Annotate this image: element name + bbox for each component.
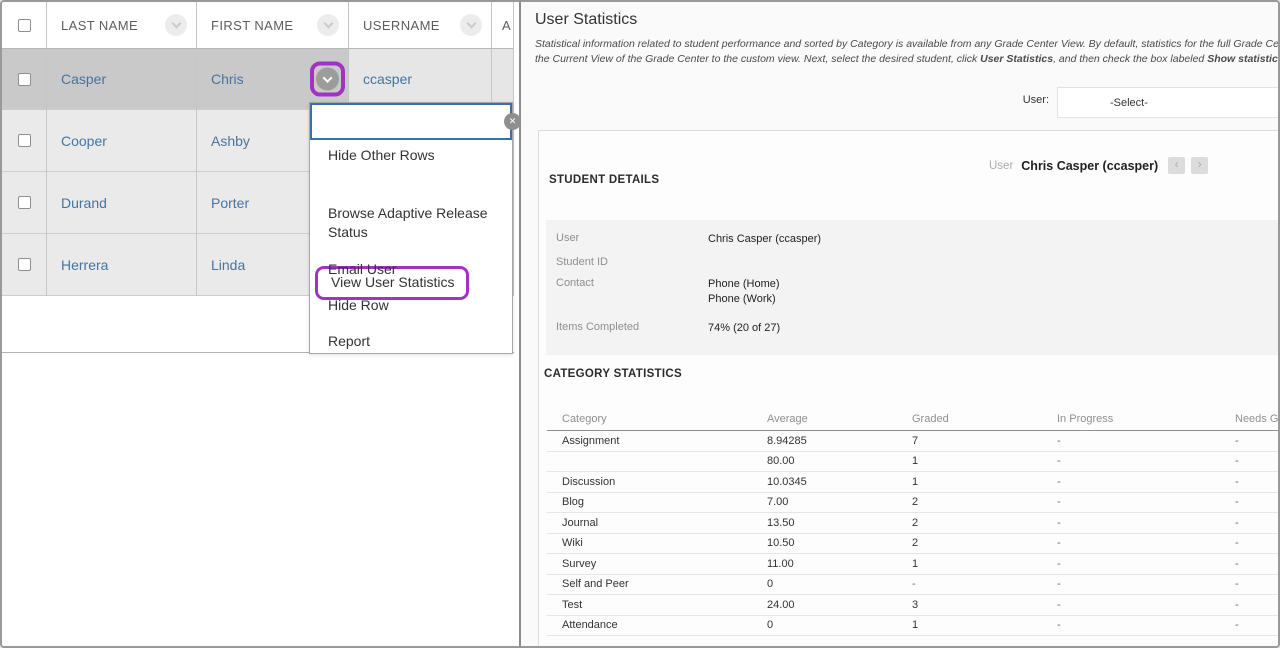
user-pager-label: User	[989, 160, 1013, 172]
previous-user-button[interactable]: ‹	[1168, 157, 1185, 174]
row-checkbox[interactable]	[18, 258, 31, 271]
stats-row: Attendance 0 1 - -	[547, 616, 1278, 637]
menu-item-hide-other-rows[interactable]: Hide Other Rows	[328, 146, 435, 165]
cell-first-name: Chris	[197, 49, 349, 110]
column-menu-chevron-icon[interactable]	[165, 14, 187, 36]
category-statistics-table: Category Average Graded In Progress Need…	[547, 407, 1278, 636]
stats-row: Blog 7.00 2 - -	[547, 493, 1278, 514]
page-description-line2: the Current View of the Grade Center to …	[535, 53, 1278, 65]
column-header-last-name: LAST NAME	[47, 2, 197, 49]
student-details-heading: STUDENT DETAILS	[549, 174, 659, 186]
student-details-block: User Chris Casper (ccasper) Student ID C…	[546, 220, 1278, 355]
next-user-button[interactable]: ›	[1191, 157, 1208, 174]
user-select-dropdown[interactable]: -Select-	[1057, 87, 1278, 118]
column-header-username: USERNAME	[349, 2, 492, 49]
first-name-text: Ashby	[211, 133, 250, 149]
detail-field-student-id: Student ID	[556, 256, 1278, 268]
category-statistics-heading: CATEGORY STATISTICS	[544, 368, 682, 380]
last-name-text: Casper	[61, 71, 106, 87]
detail-field-items-completed: Items Completed 74% (20 of 27)	[556, 321, 1278, 336]
row-checkbox[interactable]	[18, 196, 31, 209]
stats-row: Test 24.00 3 - -	[547, 595, 1278, 616]
user-select-label: User:	[969, 94, 1049, 106]
column-header-label: USERNAME	[363, 18, 440, 33]
first-name-text: Chris	[211, 71, 244, 87]
cell-last-name: Casper	[47, 49, 197, 110]
grade-center-pane: LAST NAME FIRST NAME USERNAME A Casper	[2, 2, 519, 646]
cell-last-name: Herrera	[47, 234, 197, 296]
select-all-checkbox[interactable]	[18, 19, 31, 32]
user-select-value: -Select-	[1110, 97, 1148, 109]
cell-last-name: Durand	[47, 172, 197, 234]
column-header-partial: A	[492, 2, 514, 49]
first-name-text: Porter	[211, 195, 249, 211]
stats-row: Self and Peer 0 - - -	[547, 575, 1278, 596]
stats-row: Journal 13.50 2 - -	[547, 513, 1278, 534]
screenshot-root: LAST NAME FIRST NAME USERNAME A Casper	[0, 0, 1280, 648]
detail-field-user: User Chris Casper (ccasper)	[556, 232, 1278, 247]
stats-row: Wiki 10.50 2 - -	[547, 534, 1278, 555]
clear-search-icon[interactable]: ✕	[504, 113, 521, 130]
select-all-cell	[2, 2, 47, 49]
menu-item-hide-row[interactable]: Hide Row	[328, 296, 389, 315]
annotation-chevron-highlight	[310, 62, 345, 97]
column-header-label: FIRST NAME	[211, 18, 294, 33]
statistics-content-box: User Chris Casper (ccasper) ‹ › STUDENT …	[538, 130, 1278, 646]
page-description-line1: Statistical information related to stude…	[535, 38, 1278, 50]
menu-item-browse-adaptive-release[interactable]: Browse Adaptive Release Status	[328, 204, 503, 242]
detail-field-contact: Contact Phone (Home) Phone (Work)	[556, 277, 1278, 307]
stats-row: 80.00 1 - -	[547, 452, 1278, 473]
column-header-label: A	[502, 18, 511, 33]
row-checkbox-cell	[2, 49, 47, 110]
username-text: ccasper	[363, 71, 412, 87]
column-header-first-name: FIRST NAME	[197, 2, 349, 49]
column-header-label: LAST NAME	[61, 18, 138, 33]
row-checkbox[interactable]	[18, 73, 31, 86]
menu-item-report[interactable]: Report	[328, 332, 370, 351]
stats-row: Discussion 10.0345 1 - -	[547, 472, 1278, 493]
user-statistics-pane: User Statistics Statistical information …	[521, 2, 1278, 646]
last-name-text: Herrera	[61, 257, 108, 273]
column-menu-chevron-icon[interactable]	[460, 14, 482, 36]
stats-header-row: Category Average Graded In Progress Need…	[547, 407, 1278, 431]
row-checkbox-cell	[2, 110, 47, 172]
first-name-text: Linda	[211, 257, 245, 273]
row-context-menu-button[interactable]	[316, 68, 339, 91]
row-context-menu: ✕ Hide Other Rows View User Statistics B…	[309, 102, 513, 354]
cell-partial	[492, 49, 514, 110]
menu-search-box: ✕	[310, 103, 512, 140]
stats-row: Survey 11.00 1 - -	[547, 554, 1278, 575]
column-menu-chevron-icon[interactable]	[317, 14, 339, 36]
menu-search-input[interactable]	[312, 105, 504, 138]
page-title: User Statistics	[535, 11, 637, 29]
menu-item-email-user[interactable]: Email User	[328, 260, 396, 279]
last-name-text: Durand	[61, 195, 107, 211]
cell-last-name: Cooper	[47, 110, 197, 172]
cell-username: ccasper	[349, 49, 492, 110]
row-checkbox[interactable]	[18, 134, 31, 147]
last-name-text: Cooper	[61, 133, 107, 149]
row-checkbox-cell	[2, 234, 47, 296]
user-pager: User Chris Casper (ccasper) ‹ ›	[989, 157, 1208, 174]
user-pager-name: Chris Casper (ccasper)	[1021, 159, 1158, 173]
stats-row: Assignment 8.94285 7 - -	[547, 431, 1278, 452]
row-checkbox-cell	[2, 172, 47, 234]
chevron-down-icon	[323, 73, 333, 83]
